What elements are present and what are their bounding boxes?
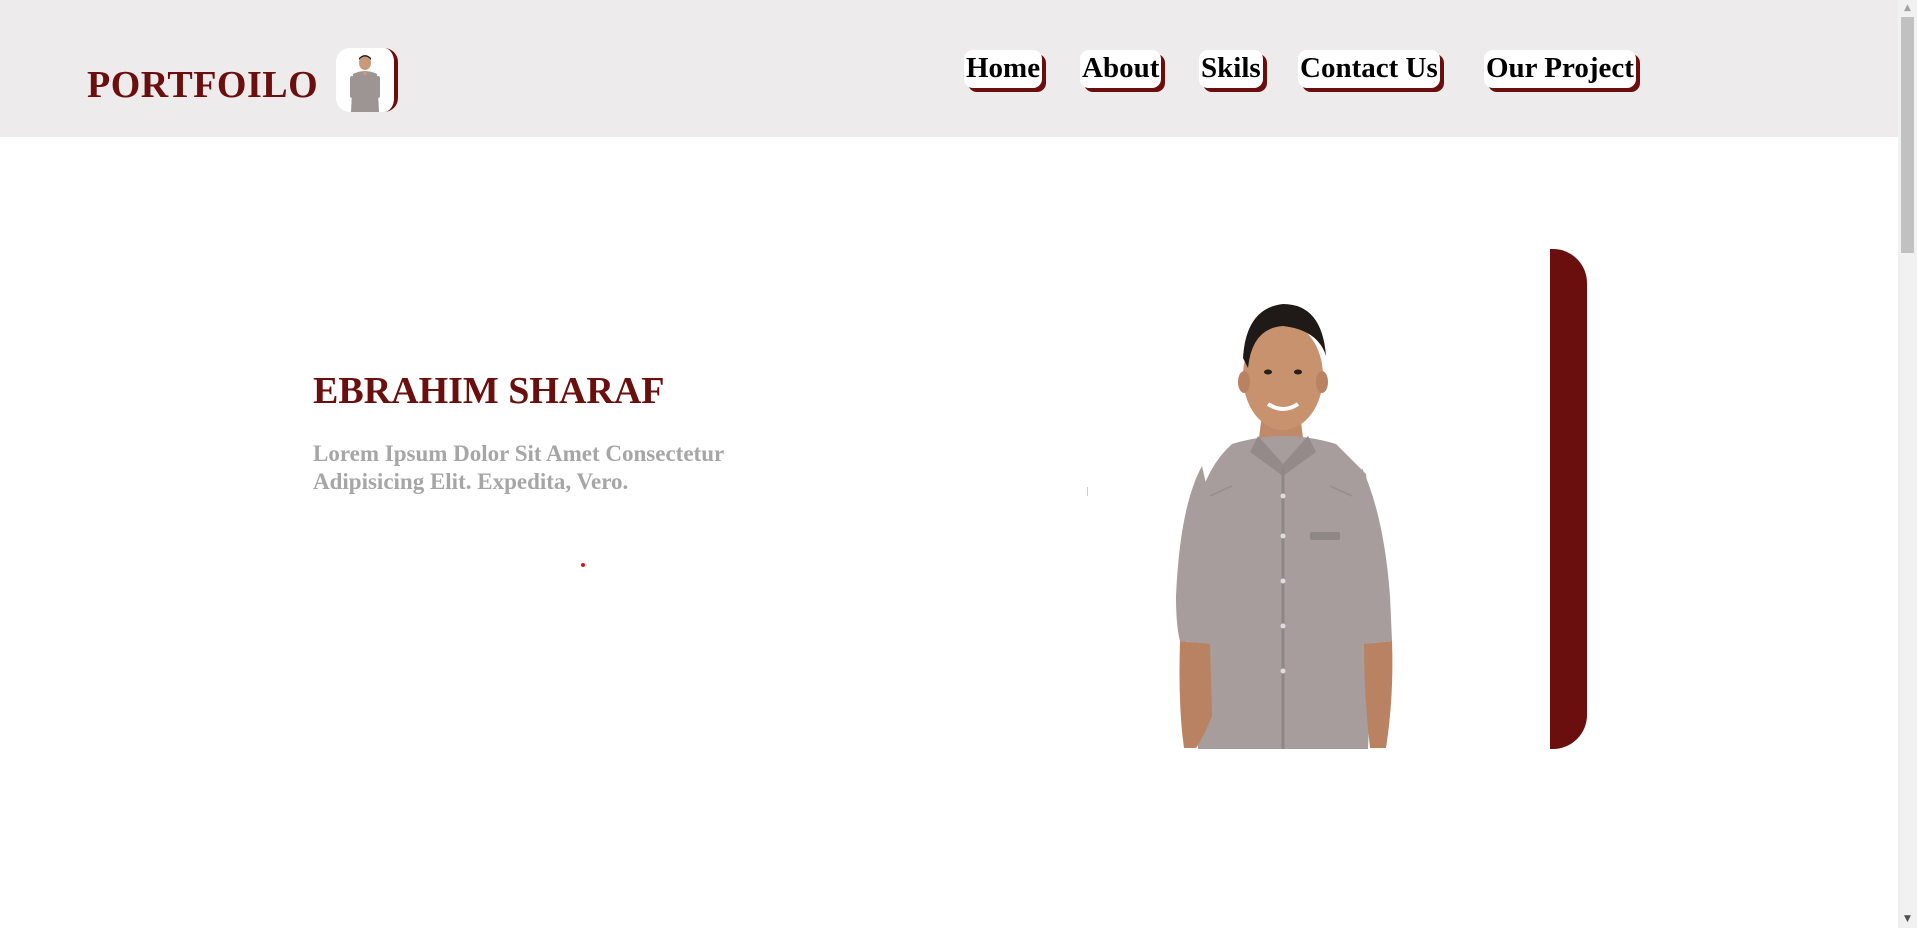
portfolio-page: PORTFOILO Home About Skils Contact Us Ou… [0, 0, 1917, 928]
accent-bar [1550, 249, 1587, 749]
brand-title[interactable]: PORTFOILO [87, 66, 318, 104]
nav-skills-button[interactable]: Skils [1199, 50, 1263, 88]
nav-project-button[interactable]: Our Project [1484, 50, 1636, 88]
nav-contact-button[interactable]: Contact Us [1298, 50, 1440, 88]
nav-home-button[interactable]: Home [964, 50, 1043, 88]
hero-name: EBRAHIM SHARAF [313, 370, 665, 412]
divider-mark [1087, 487, 1088, 496]
scroll-thumb[interactable] [1901, 17, 1914, 253]
nav-about-button[interactable]: About [1080, 50, 1162, 88]
site-header: PORTFOILO Home About Skils Contact Us Ou… [0, 0, 1898, 137]
triangle-up-icon[interactable]: ▲ [1898, 0, 1917, 17]
red-dot [581, 563, 585, 567]
hero-description: Lorem Ipsum Dolor Sit Amet Consectetur A… [313, 441, 724, 494]
triangle-down-icon[interactable]: ▼ [1898, 911, 1917, 928]
brand-avatar[interactable] [336, 48, 398, 112]
vertical-scrollbar[interactable]: ▲ ▼ [1898, 0, 1917, 928]
hero-person-image [1176, 304, 1393, 749]
avatar-person-image [336, 48, 394, 112]
